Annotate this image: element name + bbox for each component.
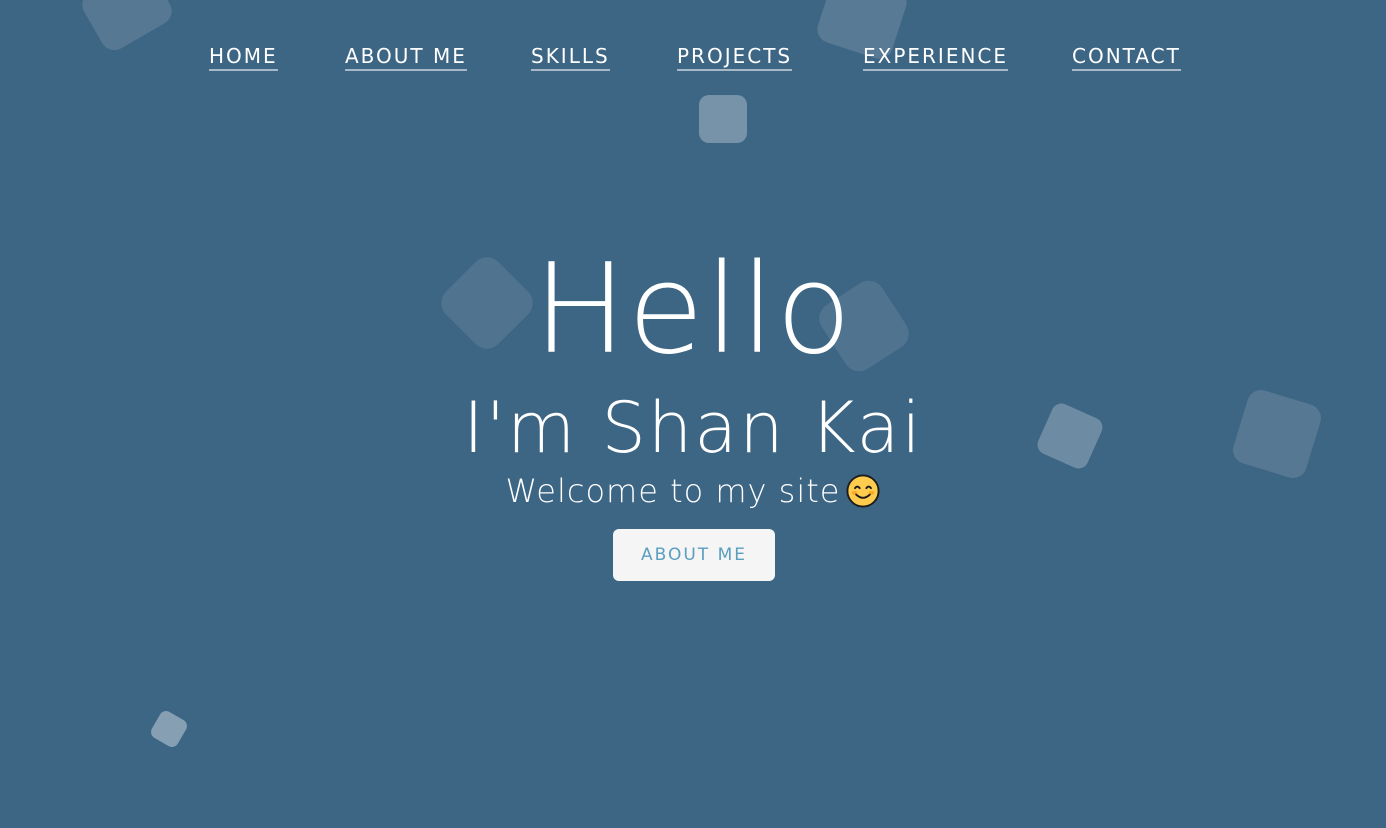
nav-link-experience[interactable]: EXPERIENCE [863,44,1009,71]
nav-link-home[interactable]: HOME [209,44,278,71]
hero-title: Hello [533,238,853,382]
hero-subtitle: I'm Shan Kai [463,387,923,469]
nav-link-projects[interactable]: PROJECTS [677,44,793,71]
nav-link-about-me[interactable]: ABOUT ME [345,44,467,71]
hero-welcome-line: Welcome to my site [0,472,1386,510]
smiling-face-icon [846,474,880,508]
top-navigation: HOME ABOUT ME SKILLS PROJECTS EXPERIENCE… [0,44,1386,74]
nav-link-skills[interactable]: SKILLS [531,44,610,71]
floating-square-decoration [699,95,747,143]
floating-square-decoration [148,708,190,750]
about-me-button[interactable]: ABOUT ME [613,529,775,581]
welcome-text: Welcome to my site [505,472,841,510]
nav-link-contact[interactable]: CONTACT [1072,44,1181,71]
